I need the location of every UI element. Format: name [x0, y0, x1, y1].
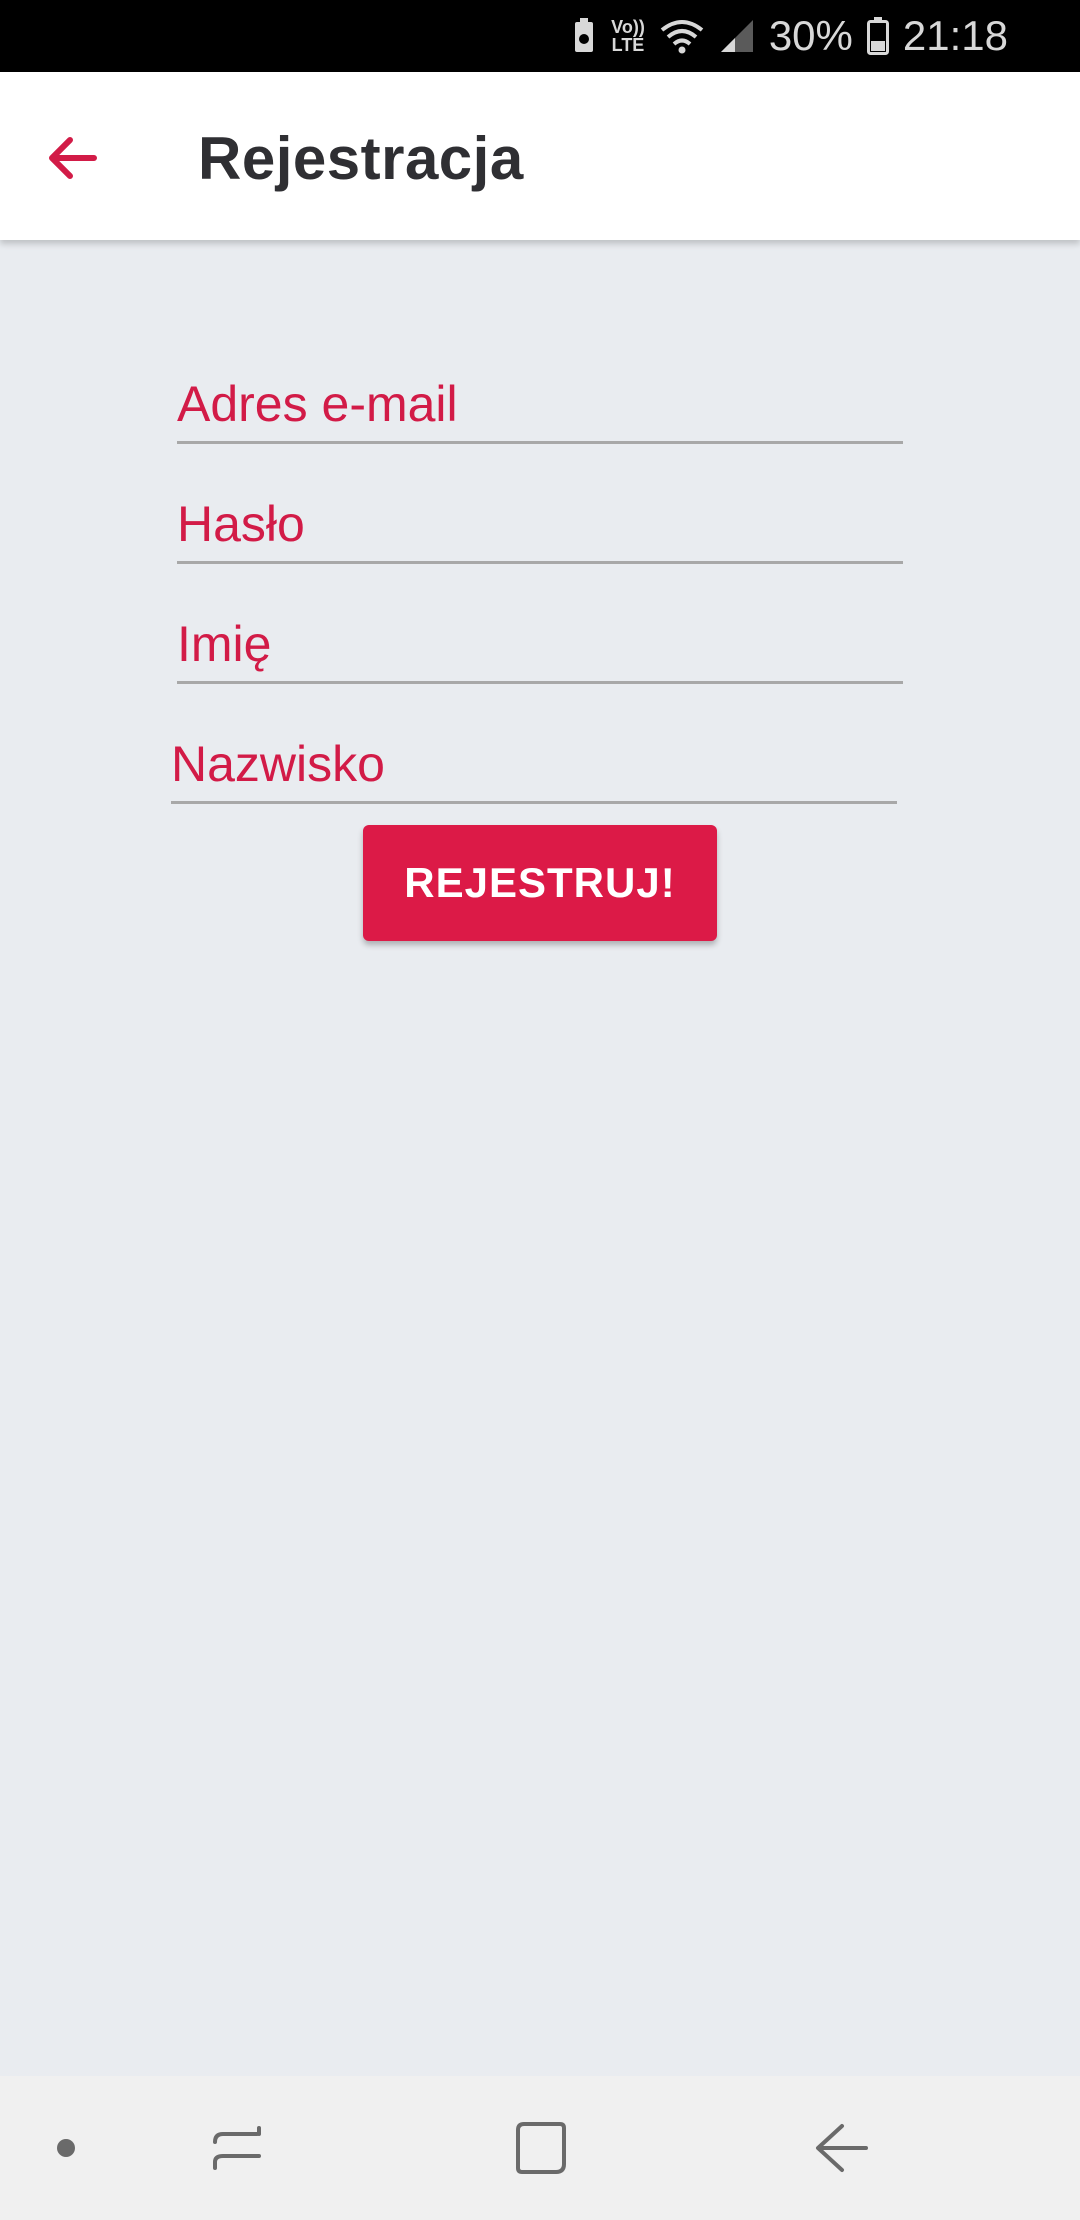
wifi-icon [659, 18, 705, 54]
navigation-bar [0, 2076, 1080, 2220]
first-name-field-container [177, 600, 903, 684]
back-icon[interactable] [800, 2106, 884, 2190]
clock: 21:18 [902, 12, 1008, 59]
app-bar: Rejestracja [0, 72, 1080, 240]
status-bar: Vo)) LTE 30% 21:18 [0, 0, 1080, 72]
home-icon[interactable] [498, 2106, 582, 2190]
volte-top-label: Vo)) [611, 17, 645, 37]
battery-saver-icon [571, 18, 597, 54]
dot-icon[interactable] [24, 2106, 108, 2190]
last-name-field-container [171, 720, 897, 804]
first-name-field[interactable] [177, 615, 903, 681]
battery-percent: 30% [768, 12, 853, 59]
arrow-back-icon [49, 137, 97, 179]
recents-icon[interactable] [195, 2106, 279, 2190]
password-field-container [177, 480, 903, 564]
register-button[interactable]: REJESTRUJ! [363, 825, 717, 941]
volte-bottom-label: LTE [611, 35, 645, 55]
password-field[interactable] [177, 495, 903, 561]
volte-icon: Vo)) LTE [611, 18, 645, 54]
battery-icon [866, 17, 889, 55]
email-field-container [177, 360, 903, 444]
signal-icon [719, 18, 755, 54]
back-button[interactable] [36, 122, 108, 194]
email-field[interactable] [177, 375, 903, 441]
page-title: Rejestracja [198, 125, 524, 192]
last-name-field[interactable] [171, 735, 897, 801]
